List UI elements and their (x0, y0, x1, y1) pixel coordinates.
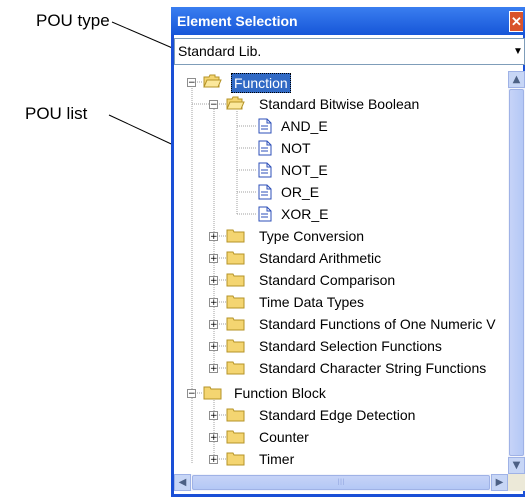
tree-label-edge-detection: Standard Edge Detection (259, 407, 416, 423)
tree-node-bitwise-boolean[interactable]: − Standard Bitwise Boolean (174, 93, 494, 115)
vertical-scroll-thumb[interactable] (509, 89, 524, 456)
function-document-icon (258, 162, 272, 178)
dropdown-arrow-icon[interactable]: ▼ (512, 39, 524, 64)
folder-icon (226, 272, 245, 287)
expand-icon[interactable]: + (209, 254, 218, 264)
tree-node-type-conversion[interactable]: + Type Conversion (174, 225, 508, 247)
tree-label-comparison: Standard Comparison (259, 272, 396, 288)
tree-node-function-block[interactable]: − Function Block (174, 382, 474, 404)
tree-label-or-e: OR_E (281, 184, 320, 200)
tree-label-not-e: NOT_E (281, 162, 328, 178)
tree-leaf-not[interactable]: NOT (174, 137, 474, 159)
tree-label-xor-e: XOR_E (281, 206, 329, 222)
tree-node-numeric[interactable]: + Standard Functions of One Numeric V (174, 313, 508, 335)
tree-label-bitwise-boolean: Standard Bitwise Boolean (259, 96, 420, 112)
tree-node-edge-detection[interactable]: + Standard Edge Detection (174, 404, 508, 426)
tree-leaf-not-e[interactable]: NOT_E (174, 159, 474, 181)
function-document-icon (258, 118, 272, 134)
window-title: Element Selection (177, 13, 298, 29)
expand-icon[interactable]: + (209, 298, 218, 308)
folder-icon (226, 316, 245, 331)
folder-icon (226, 407, 245, 422)
expand-icon[interactable]: + (209, 433, 218, 443)
pou-list-tree: − Function − Standard Bitwise Boolean AN… (174, 71, 508, 471)
expand-icon[interactable]: + (209, 320, 218, 330)
folder-icon (226, 294, 245, 309)
pou-type-callout: POU type (36, 11, 110, 30)
vertical-scrollbar[interactable]: ▲ ▼ (508, 71, 525, 474)
tree-label-selection: Standard Selection Functions (259, 338, 442, 354)
tree-node-arithmetic[interactable]: + Standard Arithmetic (174, 247, 508, 269)
tree-label-and-e: AND_E (281, 118, 328, 134)
close-button[interactable]: ✕ (509, 11, 523, 32)
folder-icon (226, 429, 245, 444)
expand-icon[interactable]: + (209, 455, 218, 465)
folder-icon (226, 228, 245, 243)
pou-type-dropdown[interactable]: Standard Lib. ▼ (174, 38, 525, 65)
expand-icon[interactable]: + (209, 276, 218, 286)
folder-icon (203, 385, 222, 400)
pou-type-value: Standard Lib. (178, 43, 262, 59)
tree-label-time-data-types: Time Data Types (259, 294, 365, 310)
tree-node-string[interactable]: + Standard Character String Functions (174, 357, 508, 379)
tree-node-comparison[interactable]: + Standard Comparison (174, 269, 508, 291)
scroll-left-icon[interactable]: ◀ (174, 474, 191, 491)
collapse-icon[interactable]: − (187, 389, 196, 399)
tree-label-arithmetic: Standard Arithmetic (259, 250, 382, 266)
expand-icon[interactable]: + (209, 411, 218, 421)
tree-node-counter[interactable]: + Counter (174, 426, 508, 448)
scroll-right-icon[interactable]: ▶ (491, 474, 508, 491)
horizontal-scroll-thumb[interactable]: III (192, 475, 490, 490)
tree-label-function-block: Function Block (234, 385, 326, 401)
tree-label-string: Standard Character String Functions (259, 360, 487, 376)
function-document-icon (258, 140, 272, 156)
collapse-icon[interactable]: − (187, 78, 196, 88)
pou-list-callout: POU list (25, 104, 88, 123)
tree-label-numeric: Standard Functions of One Numeric V (259, 316, 496, 332)
tree-node-selection[interactable]: + Standard Selection Functions (174, 335, 508, 357)
tree-node-timer[interactable]: + Timer (174, 448, 508, 470)
resize-grip[interactable] (508, 474, 525, 491)
function-document-icon (258, 184, 272, 200)
tree-leaf-xor-e[interactable]: XOR_E (174, 203, 474, 225)
tree-node-function[interactable]: − Function (174, 71, 474, 93)
folder-icon (226, 250, 245, 265)
tree-node-time-data-types[interactable]: + Time Data Types (174, 291, 508, 313)
folder-icon (226, 338, 245, 353)
tree-label-not: NOT (281, 140, 311, 156)
horizontal-scrollbar[interactable]: ◀ III ▶ (174, 474, 508, 491)
expand-icon[interactable]: + (209, 232, 218, 242)
tree-label-counter: Counter (259, 429, 309, 445)
folder-icon (226, 360, 245, 375)
folder-icon (226, 451, 245, 466)
scroll-down-icon[interactable]: ▼ (508, 457, 525, 474)
open-folder-icon (226, 96, 245, 110)
scroll-up-icon[interactable]: ▲ (508, 71, 525, 88)
tree-leaf-or-e[interactable]: OR_E (174, 181, 474, 203)
function-document-icon (258, 206, 272, 222)
open-folder-icon (203, 74, 222, 88)
tree-label-function: Function (231, 73, 291, 93)
expand-icon[interactable]: + (209, 342, 218, 352)
tree-label-timer: Timer (259, 451, 295, 467)
window-title-bar[interactable]: Element Selection ✕ (171, 7, 525, 35)
collapse-icon[interactable]: − (209, 100, 218, 110)
tree-label-type-conversion: Type Conversion (259, 228, 365, 244)
expand-icon[interactable]: + (209, 364, 218, 374)
tree-leaf-and-e[interactable]: AND_E (174, 115, 474, 137)
